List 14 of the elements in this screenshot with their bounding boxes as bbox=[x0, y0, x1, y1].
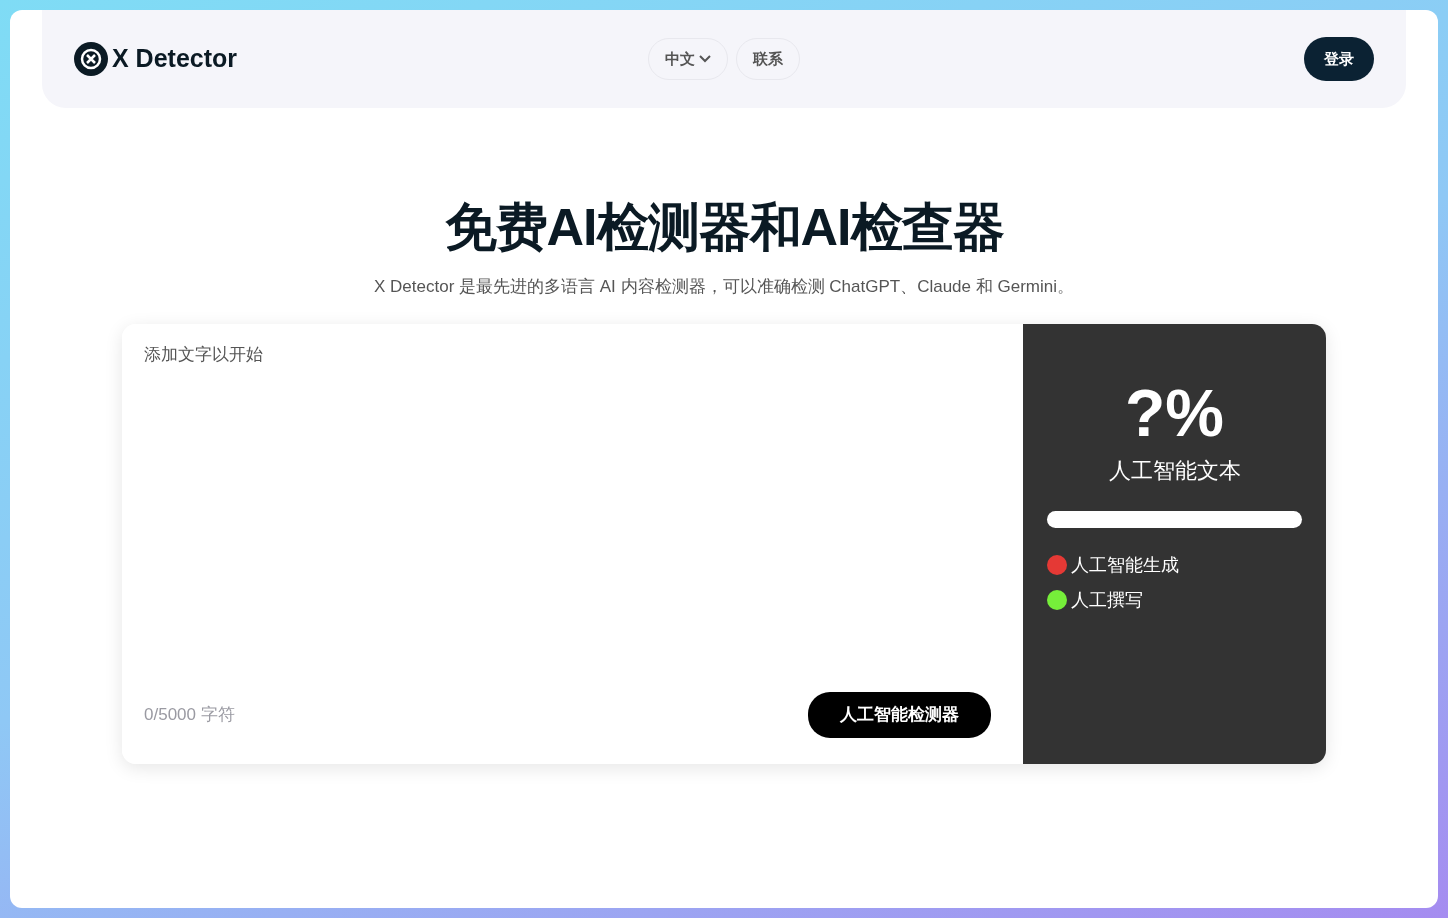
chevron-down-icon bbox=[699, 55, 711, 63]
hero-title: 免费AI检测器和AI检查器 bbox=[443, 197, 1005, 258]
logo-icon bbox=[74, 42, 108, 76]
language-dropdown[interactable]: 中文 bbox=[648, 37, 728, 81]
legend-label: 人工撰写 bbox=[1071, 588, 1143, 612]
hero-subtitle: X Detector 是最先进的多语言 AI 内容检测器，可以准确检测 ChatGPT、Claude 和 Germini。 bbox=[373, 276, 1075, 299]
result-label: 人工智能文本 bbox=[1108, 457, 1241, 483]
logo-text: X Detector bbox=[112, 43, 238, 75]
legend-label: 人工智能生成 bbox=[1071, 553, 1179, 577]
login-button[interactable]: 登录 bbox=[1304, 36, 1374, 82]
contact-link[interactable]: 联系 bbox=[736, 37, 800, 81]
detect-button[interactable]: 人工智能检测器 bbox=[808, 692, 991, 738]
ai-percentage: ?% bbox=[1125, 375, 1224, 450]
character-counter: 0/5000 字符 bbox=[144, 704, 235, 727]
